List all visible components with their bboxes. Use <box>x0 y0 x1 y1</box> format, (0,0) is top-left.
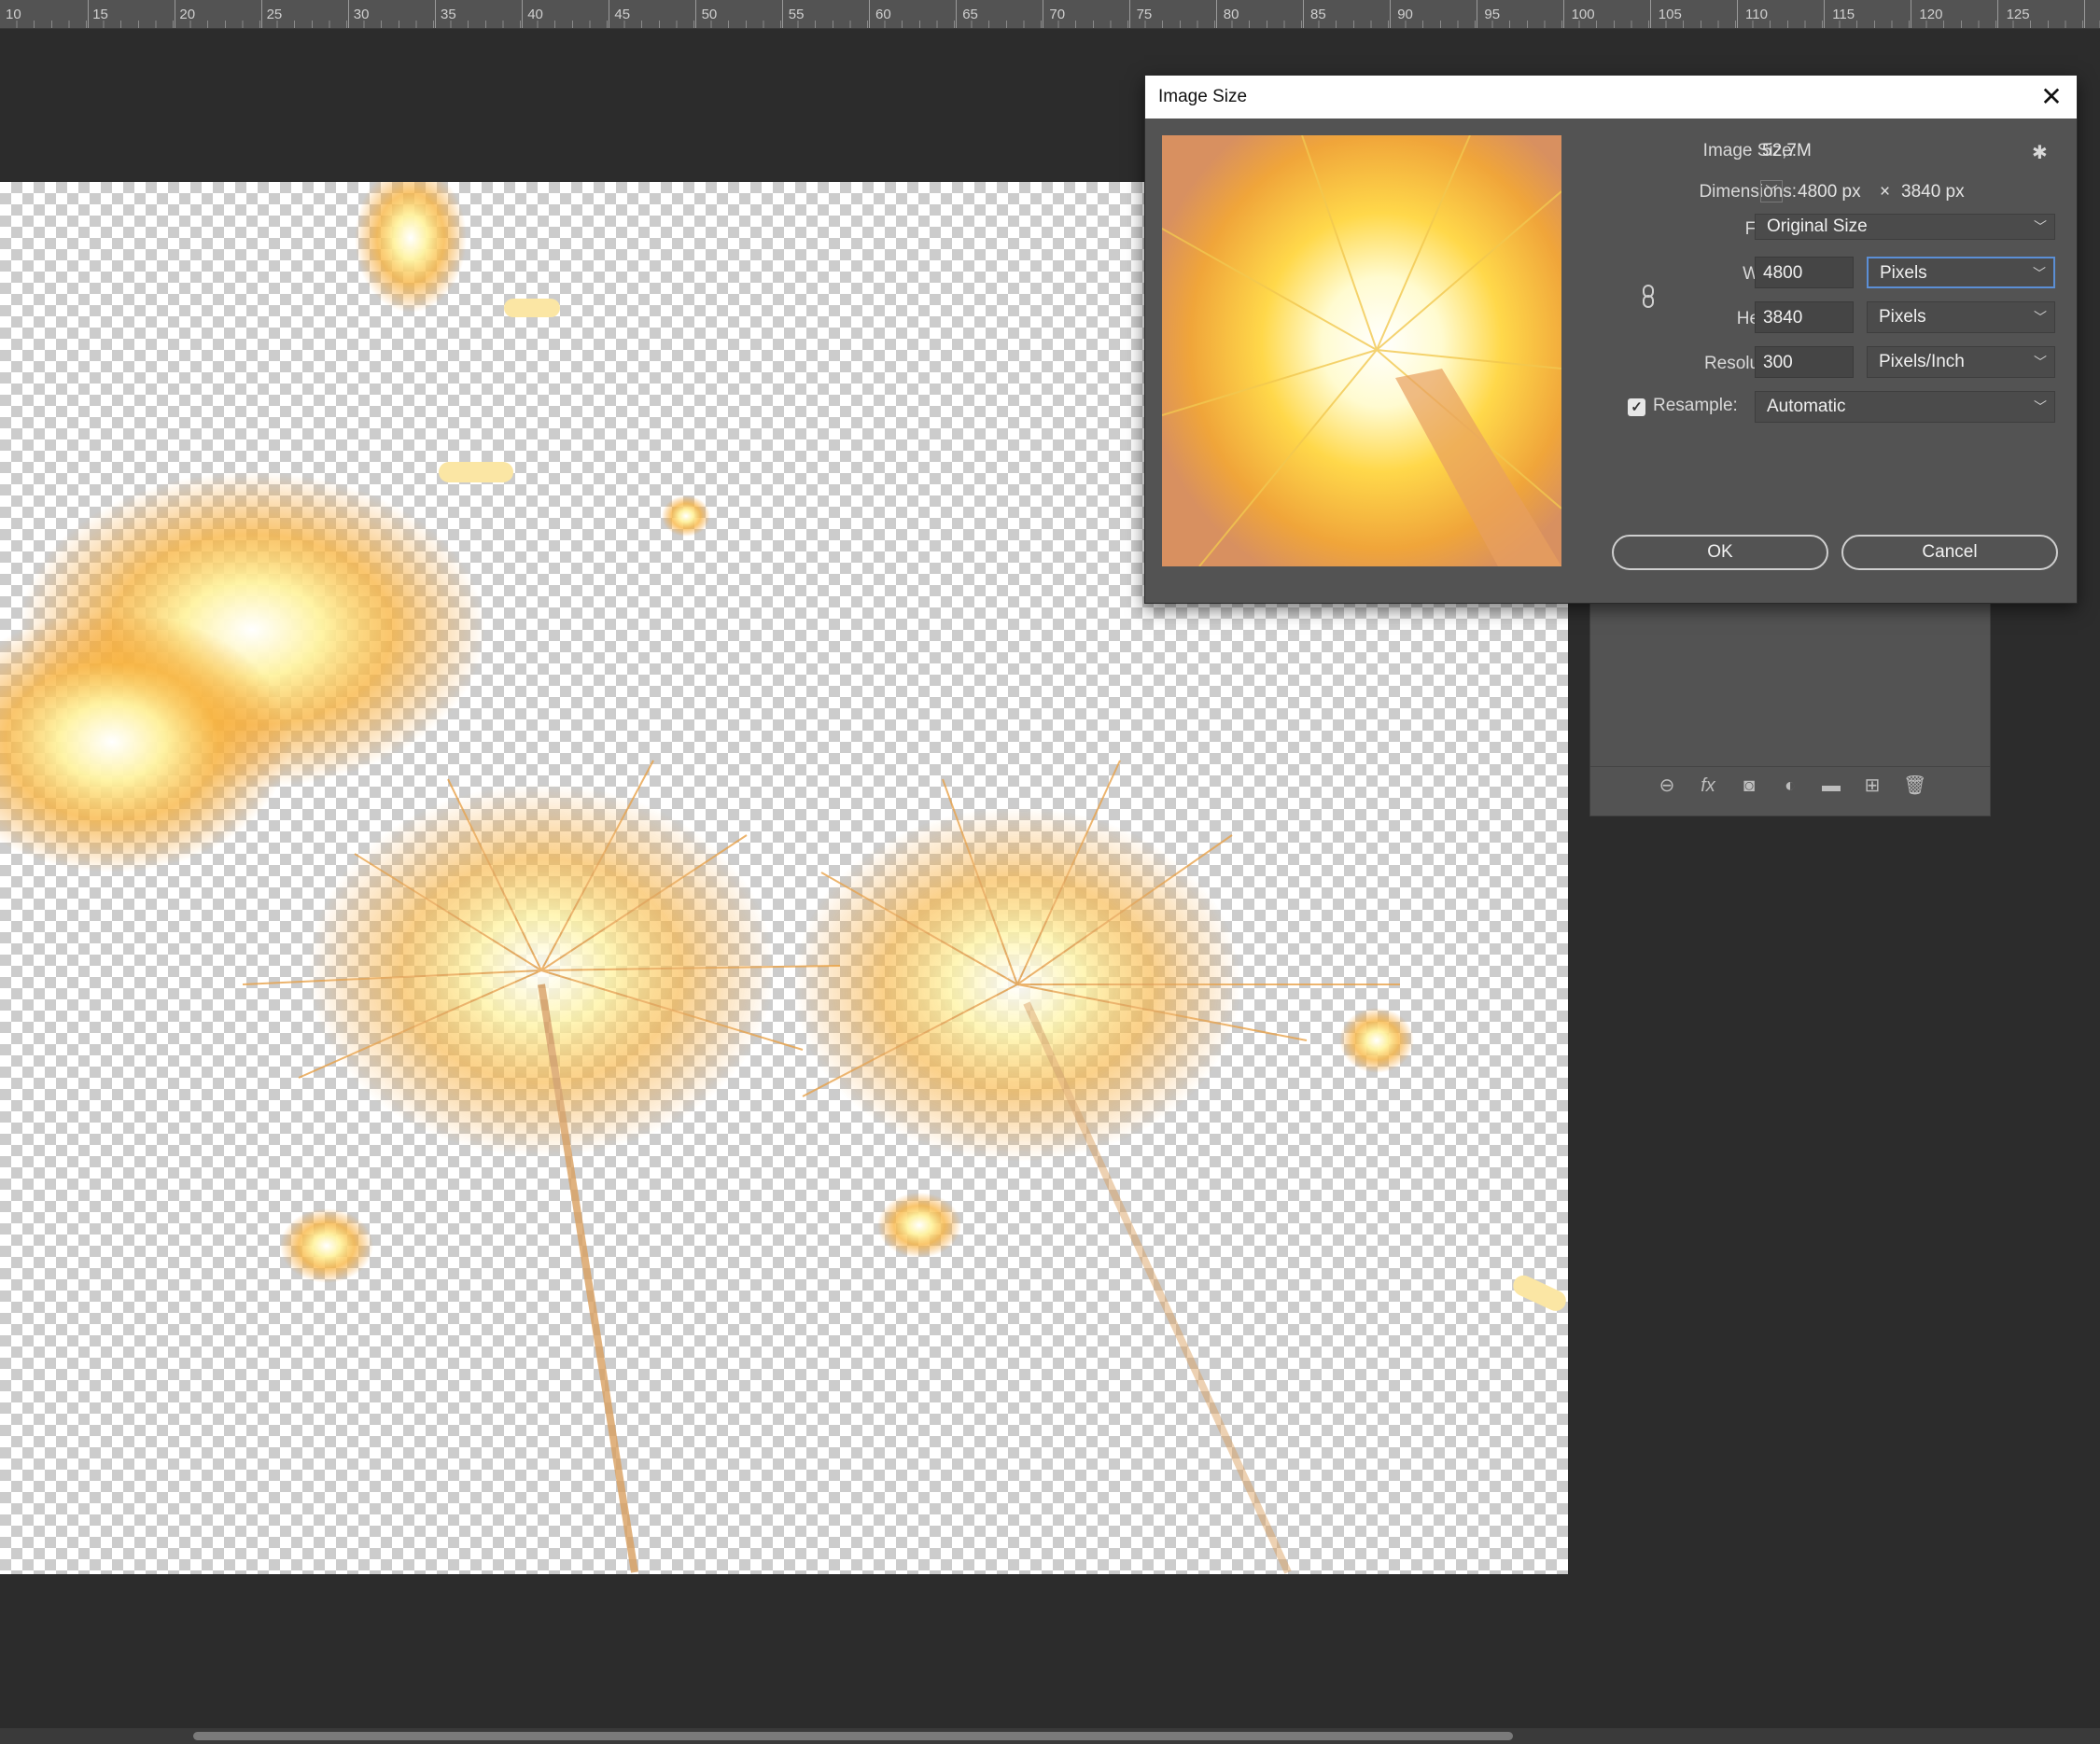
new-layer-icon[interactable]: ⊞ <box>1862 775 1883 796</box>
preview-artwork <box>1162 135 1561 566</box>
ruler-tick-label: 70 <box>1049 7 1066 22</box>
ruler-tick-label: 65 <box>962 7 978 22</box>
chevron-down-icon: ﹀ <box>2034 219 2047 234</box>
fx-icon[interactable]: fx <box>1698 775 1718 796</box>
resolution-unit-select[interactable]: Pixels/Inch ﹀ <box>1867 346 2055 378</box>
ruler-tick-label: 30 <box>353 7 370 22</box>
layers-panel-footer: ⊖ fx ◙ ◐ ▬ ⊞ 🗑 <box>1590 766 1990 804</box>
ruler-tick-label: 85 <box>1310 7 1326 22</box>
adjustment-layer-icon[interactable]: ◐ <box>1780 775 1800 796</box>
ruler-tick-label: 10 <box>6 7 21 22</box>
sparkler-left-top <box>0 182 485 872</box>
close-icon[interactable]: ✕ <box>2036 81 2067 113</box>
resample-checkbox[interactable]: ✓ <box>1628 398 1645 416</box>
height-unit-select[interactable]: Pixels ﹀ <box>1867 301 2055 333</box>
width-field[interactable]: 4800 <box>1755 257 1854 288</box>
link-layers-icon[interactable]: ⊖ <box>1657 775 1677 796</box>
resample-label: Resample: <box>1653 396 1738 415</box>
layer-mask-icon[interactable]: ◙ <box>1739 775 1759 796</box>
ok-button[interactable]: OK <box>1612 535 1828 570</box>
horizontal-ruler: 10 15 20 25 30 35 40 45 50 55 60 65 70 75 80 85 90 95 100 1… <box>0 0 2100 29</box>
ruler-tick-label: 50 <box>701 7 718 22</box>
dialog-title: Image Size <box>1158 87 1248 106</box>
height-value: 3840 <box>1763 308 1803 328</box>
cancel-button[interactable]: Cancel <box>1841 535 2058 570</box>
chevron-down-icon: ﹀ <box>2033 266 2046 281</box>
ruler-tick-label: 80 <box>1223 7 1239 22</box>
ruler-tick-label: 55 <box>788 7 805 22</box>
height-field[interactable]: 3840 <box>1755 301 1854 333</box>
resolution-field[interactable]: 300 <box>1755 346 1854 378</box>
chevron-down-icon: ﹀ <box>2034 310 2047 325</box>
image-size-dialog: Image Size ✕ ✱ Image Size: 52,7M Dimensi… <box>1144 75 2078 604</box>
fit-to-value: Original Size <box>1767 216 1868 236</box>
width-value: 4800 <box>1763 263 1803 283</box>
image-preview[interactable] <box>1162 135 1561 566</box>
sparkler-right <box>793 760 1400 1574</box>
dialog-titlebar[interactable]: Image Size ✕ <box>1145 76 2077 119</box>
ruler-tick-label: 45 <box>614 7 631 22</box>
ruler-tick-label: 25 <box>266 7 283 22</box>
resolution-value: 300 <box>1763 353 1793 372</box>
resample-select[interactable]: Automatic ﹀ <box>1755 391 2055 423</box>
resample-value: Automatic <box>1767 397 1846 416</box>
image-size-value: 52,7M <box>1762 141 1812 160</box>
ruler-tick-label: 20 <box>179 7 196 22</box>
width-unit-value: Pixels <box>1880 263 1927 283</box>
ruler-tick-label: 125 <box>2006 7 2030 22</box>
dimensions-dropdown[interactable]: ﹀ <box>1760 180 1783 202</box>
ruler-tick-label: 105 <box>1658 7 1682 22</box>
ruler-tick-label: 120 <box>1919 7 1943 22</box>
dimensions-times: × <box>1880 182 1891 202</box>
scrollbar-thumb[interactable] <box>193 1732 1513 1740</box>
ruler-tick-label: 40 <box>527 7 543 22</box>
ruler-tick-label: 95 <box>1484 7 1501 22</box>
width-unit-select[interactable]: Pixels ﹀ <box>1867 257 2055 288</box>
chain-link-icon[interactable] <box>1640 283 1657 311</box>
ruler-tick-label: 35 <box>441 7 456 22</box>
ruler-tick-label: 90 <box>1397 7 1413 22</box>
ruler-tick-label: 60 <box>875 7 891 22</box>
ruler-tick-label: 100 <box>1571 7 1595 22</box>
trash-icon[interactable]: 🗑 <box>1903 775 1926 796</box>
chevron-down-icon: ﹀ <box>2034 355 2047 370</box>
ruler-tick-label: 15 <box>92 7 108 22</box>
ruler-tick-label: 110 <box>1745 7 1768 22</box>
dimensions-height-value: 3840 px <box>1901 182 1965 202</box>
chevron-down-icon: ﹀ <box>2034 399 2047 414</box>
layers-panel: ⊖ fx ◙ ◐ ▬ ⊞ 🗑 <box>1589 602 1991 816</box>
ruler-tick-label: 115 <box>1832 7 1855 22</box>
height-unit-value: Pixels <box>1879 307 1926 327</box>
ruler-tick-label: 75 <box>1136 7 1153 22</box>
sparkler-center <box>242 760 841 1573</box>
dimensions-width-value: 4800 px <box>1798 182 1861 202</box>
folder-icon[interactable]: ▬ <box>1821 775 1841 796</box>
fit-to-select[interactable]: Original Size ﹀ <box>1755 214 2055 240</box>
gear-icon[interactable]: ✱ <box>2032 141 2056 165</box>
resolution-unit-value: Pixels/Inch <box>1879 352 1965 371</box>
horizontal-scrollbar[interactable] <box>0 1728 2100 1744</box>
